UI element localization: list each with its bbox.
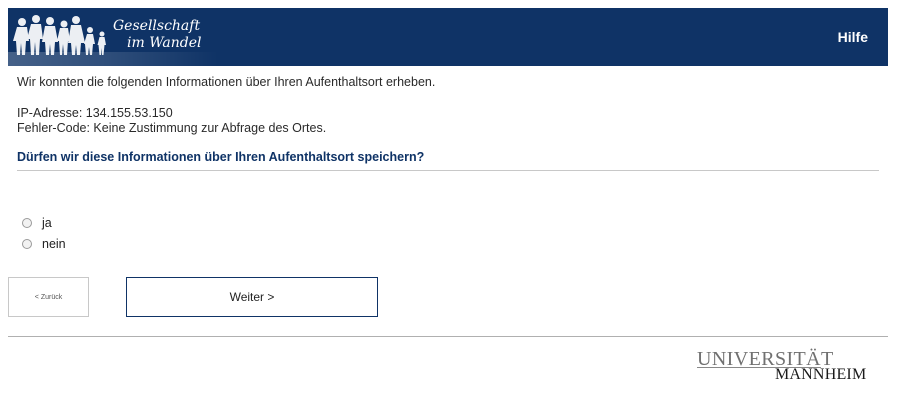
footer-divider [8, 336, 888, 337]
ip-address-text: IP-Adresse: 134.155.53.150 [17, 106, 173, 120]
back-button[interactable]: < Zurück [8, 277, 89, 317]
radio-option-ja[interactable]: ja [22, 216, 52, 230]
error-code-text: Fehler-Code: Keine Zustimmung zur Abfrag… [17, 121, 327, 135]
question-divider [17, 170, 879, 171]
logo-line2: im Wandel [127, 35, 202, 51]
radio-button-ja[interactable] [22, 218, 32, 228]
intro-text: Wir konnten die folgenden Informationen … [17, 75, 436, 89]
radio-label-ja: ja [42, 216, 52, 230]
radio-button-nein[interactable] [22, 239, 32, 249]
logo-line1: Gesellschaft [113, 18, 201, 34]
header-banner: Gesellschaft im Wandel Hilfe [8, 8, 888, 66]
project-logo: Gesellschaft im Wandel [8, 8, 218, 66]
project-logo-text: Gesellschaft im Wandel [113, 18, 201, 52]
next-button[interactable]: Weiter > [126, 277, 378, 317]
university-logo: UNIVERSITÄT MANNHEIM [697, 349, 877, 385]
radio-option-nein[interactable]: nein [22, 237, 66, 251]
university-logo-bottom: MANNHEIM [775, 366, 867, 383]
help-link[interactable]: Hilfe [838, 29, 868, 45]
question-heading: Dürfen wir diese Informationen über Ihre… [17, 150, 425, 164]
radio-label-nein: nein [42, 237, 66, 251]
